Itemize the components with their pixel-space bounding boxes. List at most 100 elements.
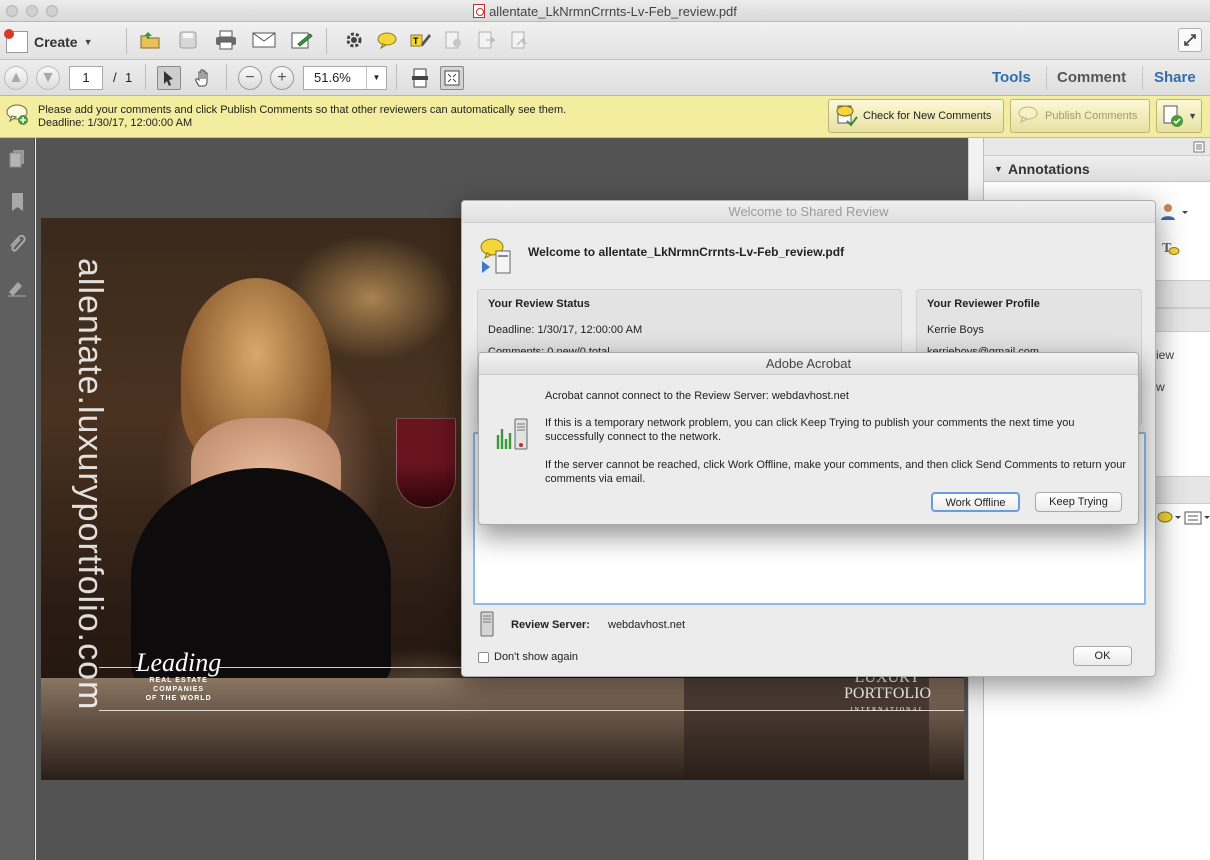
- paperclip-icon[interactable]: [7, 234, 27, 254]
- publish-comments-label: Publish Comments: [1045, 110, 1138, 122]
- annotations-label: Annotations: [1008, 161, 1090, 177]
- page-total: 1: [125, 70, 133, 85]
- pane-options-icon[interactable]: [1193, 141, 1205, 153]
- check-new-comments-button[interactable]: Check for New Comments: [828, 99, 1004, 133]
- tab-share[interactable]: Share: [1154, 69, 1196, 86]
- work-offline-button[interactable]: Work Offline: [931, 492, 1020, 512]
- window-titlebar: allentate_LkNrmnCrrnts-Lv-Feb_review.pdf: [0, 0, 1210, 22]
- notice-deadline: Deadline: 1/30/17, 12:00:00 AM: [38, 117, 193, 129]
- create-label: Create: [34, 34, 78, 50]
- luxury-portfolio-logo: LUXURY PORTFOLIO INTERNATIONAL: [844, 670, 931, 718]
- previous-page-button[interactable]: ▲: [4, 66, 28, 90]
- disabled-tool-3[interactable]: [507, 28, 531, 52]
- save-button[interactable]: [176, 28, 200, 52]
- annotations-header[interactable]: ▼ Annotations: [984, 156, 1210, 182]
- website-vertical-text: allentate.luxuryportfolio.com: [71, 258, 109, 711]
- zoom-out-button[interactable]: −: [238, 66, 262, 90]
- page-number-input[interactable]: 1: [69, 66, 103, 90]
- welcome-heading: Welcome to allentate_LkNrmnCrrnts-Lv-Feb…: [528, 245, 845, 259]
- disabled-tool-1[interactable]: [441, 28, 465, 52]
- tab-divider: [1142, 66, 1143, 90]
- zoom-in-button[interactable]: +: [270, 66, 294, 90]
- leading-logo-line: COMPANIES: [153, 686, 205, 693]
- alert-error-message: Acrobat cannot connect to the Review Ser…: [545, 390, 849, 402]
- fit-page-button[interactable]: [408, 66, 432, 90]
- disclosure-triangle-icon: ▼: [994, 164, 1003, 174]
- pdf-file-icon: [473, 4, 486, 18]
- check-comments-icon: [836, 105, 858, 127]
- sticky-note-button[interactable]: [375, 28, 399, 52]
- speech-bubble-icon: [377, 32, 397, 50]
- tab-tools[interactable]: Tools: [992, 69, 1031, 86]
- notice-message: Please add your comments and click Publi…: [38, 104, 567, 116]
- reviewer-status-icon[interactable]: [1160, 202, 1190, 222]
- navigation-toolbar: ▲ ▼ 1 / 1 − + 51.6% ▼ Tools Comment Shar…: [0, 60, 1210, 96]
- create-button[interactable]: Create ▼: [4, 29, 93, 54]
- document-forward-icon: [478, 31, 496, 49]
- main-toolbar: Create ▼ T: [0, 22, 1210, 60]
- check-comments-label: Check for New Comments: [863, 110, 992, 122]
- edit-document-button[interactable]: [290, 28, 314, 52]
- highlight-text-button[interactable]: T: [408, 28, 432, 52]
- review-server-value: webdavhost.net: [608, 619, 686, 631]
- signature-icon[interactable]: [7, 278, 27, 298]
- comment-list-options-icon[interactable]: [1184, 510, 1210, 526]
- leading-re-logo: Leading REAL ESTATE COMPANIES OF THE WOR…: [136, 650, 221, 703]
- toolbar-divider: [126, 28, 127, 54]
- comment-add-icon: [6, 104, 28, 125]
- leading-logo-title: Leading: [136, 648, 222, 677]
- review-notification-bar: Please add your comments and click Publi…: [0, 96, 1210, 138]
- select-tool-button[interactable]: [157, 66, 181, 90]
- reviewer-name: Kerrie Boys: [927, 324, 984, 336]
- page-thumbnails-icon[interactable]: [7, 148, 27, 168]
- sort-comments-icon[interactable]: [1156, 510, 1184, 526]
- review-instructions: Please add your comments and click Publi…: [38, 104, 566, 130]
- reviewer-profile-heading: Your Reviewer Profile: [927, 298, 1040, 310]
- toolbar-divider: [145, 64, 146, 90]
- fit-width-button[interactable]: [440, 66, 464, 90]
- toolbar-divider: [226, 64, 227, 90]
- settings-button[interactable]: [342, 28, 366, 52]
- gear-icon: [346, 32, 362, 48]
- review-options-button[interactable]: ▼: [1156, 99, 1202, 133]
- review-server-label: Review Server:: [511, 619, 590, 631]
- pane-section: [1156, 308, 1210, 332]
- arrow-down-icon: ▼: [40, 69, 56, 86]
- server-warning-icon: [496, 418, 528, 450]
- minus-icon: −: [245, 69, 255, 86]
- keep-trying-button[interactable]: Keep Trying: [1035, 492, 1122, 512]
- page-separator: /: [113, 70, 117, 85]
- next-page-button[interactable]: ▼: [36, 66, 60, 90]
- fit-page-icon: [412, 68, 428, 88]
- envelope-icon: [252, 32, 276, 48]
- svg-text:T: T: [413, 36, 419, 46]
- disabled-tool-2[interactable]: [474, 28, 498, 52]
- pane-section: [1156, 280, 1210, 308]
- publish-comments-button[interactable]: Publish Comments: [1010, 99, 1150, 133]
- dont-show-again-label[interactable]: Don't show again: [494, 651, 578, 663]
- full-screen-mode-icon: [444, 70, 460, 86]
- tab-comment[interactable]: Comment: [1057, 69, 1126, 86]
- email-button[interactable]: [252, 28, 276, 52]
- pane-options-bar: [984, 138, 1210, 156]
- open-folder-icon: [140, 32, 160, 49]
- ok-button[interactable]: OK: [1073, 646, 1132, 666]
- window-title: allentate_LkNrmnCrrnts-Lv-Feb_review.pdf: [0, 4, 1210, 19]
- open-button[interactable]: [138, 28, 162, 52]
- dialog-title: Welcome to Shared Review: [462, 201, 1155, 223]
- fullscreen-button[interactable]: [1178, 28, 1202, 52]
- toolbar-divider: [396, 64, 397, 90]
- highlighter-icon: T: [410, 34, 431, 47]
- zoom-value: 51.6%: [314, 70, 351, 85]
- left-navigation-pane: [0, 138, 35, 860]
- bookmark-icon[interactable]: [7, 192, 27, 212]
- document-stop-icon: [445, 31, 461, 49]
- dont-show-again-checkbox[interactable]: [478, 652, 489, 663]
- hand-tool-button[interactable]: [191, 66, 215, 90]
- toolbar-divider: [326, 28, 327, 54]
- pane-section: [1156, 476, 1210, 504]
- zoom-select[interactable]: 51.6% ▼: [303, 66, 387, 90]
- print-button[interactable]: [214, 28, 238, 52]
- save-disk-icon: [179, 31, 197, 49]
- text-comment-icon[interactable]: T: [1160, 238, 1180, 258]
